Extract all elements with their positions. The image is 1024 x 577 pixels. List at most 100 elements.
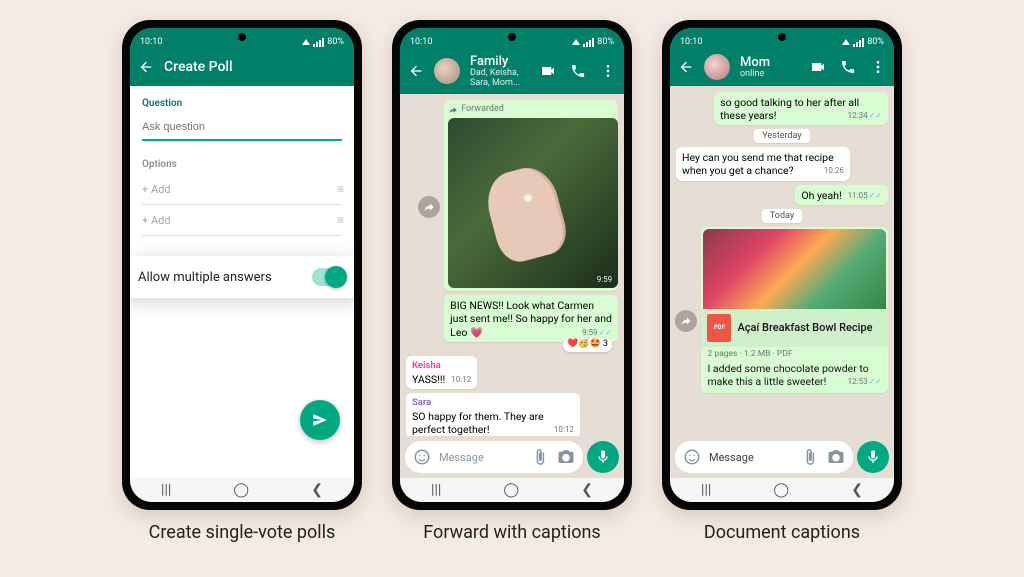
phone-frame-1: 10:10 80% Create Poll Question Options bbox=[122, 20, 362, 510]
message-time: 10:12 bbox=[451, 375, 471, 385]
nav-back-icon[interactable]: ❮ bbox=[311, 482, 323, 498]
column-2: 10:10 80% Family Dad, Keisha, Sara, Mom.… bbox=[392, 20, 632, 543]
nav-back-icon[interactable]: ❮ bbox=[851, 482, 863, 498]
phone-camera-dot bbox=[508, 33, 516, 41]
image-timestamp: 9:59 bbox=[597, 275, 612, 285]
back-arrow-icon[interactable] bbox=[678, 59, 694, 75]
document-info-row[interactable]: Açaí Breakfast Bowl Recipe bbox=[701, 309, 888, 347]
add-option-row[interactable]: + Add ≡ bbox=[142, 205, 342, 236]
showcase-row: 10:10 80% Create Poll Question Options bbox=[122, 20, 902, 543]
column-1: 10:10 80% Create Poll Question Options bbox=[122, 20, 362, 543]
poll-form: Question Options + Add ≡ + Add ≡ Allow m… bbox=[130, 86, 354, 478]
message-text: so good talking to her after all these y… bbox=[720, 96, 859, 122]
message-input[interactable]: Message bbox=[675, 441, 853, 473]
document-meta: 2 pages · 1.2 MB · PDF bbox=[703, 347, 886, 360]
mic-button[interactable] bbox=[587, 441, 619, 473]
sender-name: Sara bbox=[412, 397, 574, 409]
message-time: 9:59✓✓ bbox=[582, 328, 612, 338]
nav-back-icon[interactable]: ❮ bbox=[581, 482, 593, 498]
nav-home-icon[interactable]: ◯ bbox=[773, 482, 789, 498]
mic-button[interactable] bbox=[857, 441, 889, 473]
pdf-icon bbox=[707, 314, 731, 342]
chat-avatar[interactable] bbox=[434, 58, 460, 84]
message-input-bar: Message bbox=[670, 436, 894, 478]
app-bar: Family Dad, Keisha, Sara, Mom... bbox=[400, 48, 624, 94]
outgoing-message[interactable]: so good talking to her after all these y… bbox=[714, 92, 888, 125]
signal-bars-icon bbox=[583, 38, 594, 47]
more-menu-icon[interactable] bbox=[600, 63, 616, 79]
add-option-label: + Add bbox=[142, 183, 171, 196]
add-option-row[interactable]: + Add ≡ bbox=[142, 174, 342, 205]
document-message[interactable]: Açaí Breakfast Bowl Recipe 2 pages · 1.2… bbox=[701, 227, 888, 393]
back-arrow-icon[interactable] bbox=[408, 63, 424, 79]
video-call-icon[interactable] bbox=[810, 59, 826, 75]
chat-body[interactable]: so good talking to her after all these y… bbox=[670, 86, 894, 436]
sender-name: Keisha bbox=[412, 360, 471, 372]
reaction-pill[interactable]: ❤️🥳🤩 3 bbox=[563, 338, 612, 351]
chat-name: Family bbox=[470, 54, 530, 69]
message-input[interactable]: Message bbox=[405, 441, 583, 473]
nav-recents-icon[interactable]: ||| bbox=[431, 482, 441, 498]
voice-call-icon[interactable] bbox=[570, 63, 586, 79]
caption-2: Forward with captions bbox=[423, 522, 600, 543]
incoming-message[interactable]: Keisha YASS!!! 10:12 bbox=[406, 356, 477, 389]
date-divider: Today bbox=[762, 209, 802, 223]
mic-icon bbox=[595, 449, 611, 465]
voice-call-icon[interactable] bbox=[840, 59, 856, 75]
nav-home-icon[interactable]: ◯ bbox=[503, 482, 519, 498]
multiple-answers-card: Allow multiple answers bbox=[130, 256, 354, 298]
app-bar: Mom online bbox=[670, 48, 894, 86]
forward-button[interactable] bbox=[418, 196, 440, 218]
forward-arrow-icon bbox=[448, 105, 458, 115]
chat-title-block[interactable]: Family Dad, Keisha, Sara, Mom... bbox=[470, 54, 530, 88]
options-label: Options bbox=[142, 159, 342, 170]
message-time: 12:53✓✓ bbox=[848, 377, 882, 387]
online-status: online bbox=[740, 69, 800, 79]
document-title: Açaí Breakfast Bowl Recipe bbox=[737, 321, 872, 335]
forward-button[interactable] bbox=[675, 310, 697, 332]
message-text: YASS!!! bbox=[412, 373, 445, 386]
android-nav-bar: ||| ◯ ❮ bbox=[130, 478, 354, 502]
incoming-message[interactable]: Sara SO happy for them. They are perfect… bbox=[406, 393, 580, 436]
signal-wifi-icon bbox=[842, 39, 850, 45]
attach-icon[interactable] bbox=[531, 448, 549, 466]
camera-icon[interactable] bbox=[557, 448, 575, 466]
chat-avatar[interactable] bbox=[704, 54, 730, 80]
emoji-icon[interactable] bbox=[683, 448, 701, 466]
nav-home-icon[interactable]: ◯ bbox=[233, 482, 249, 498]
drag-handle-icon[interactable]: ≡ bbox=[337, 182, 342, 196]
message-time: 12:34✓✓ bbox=[848, 111, 882, 121]
camera-icon[interactable] bbox=[827, 448, 845, 466]
back-arrow-icon[interactable] bbox=[138, 59, 154, 75]
document-caption: I added some chocolate powder to make th… bbox=[703, 359, 886, 388]
signal-wifi-icon bbox=[572, 39, 580, 45]
outgoing-message[interactable]: Oh yeah! 11:05✓✓ bbox=[795, 185, 888, 205]
signal-bars-icon bbox=[853, 38, 864, 47]
question-input[interactable] bbox=[142, 117, 342, 141]
question-label: Question bbox=[142, 98, 342, 109]
nav-recents-icon[interactable]: ||| bbox=[161, 482, 171, 498]
chat-title-block[interactable]: Mom online bbox=[740, 55, 800, 79]
attach-icon[interactable] bbox=[801, 448, 819, 466]
emoji-icon[interactable] bbox=[413, 448, 431, 466]
image-attachment[interactable]: 9:59 bbox=[448, 118, 618, 288]
app-bar: Create Poll bbox=[130, 48, 354, 86]
send-poll-fab[interactable] bbox=[300, 400, 340, 440]
more-menu-icon[interactable] bbox=[870, 59, 886, 75]
drag-handle-icon[interactable]: ≡ bbox=[337, 213, 342, 227]
screen-2: 10:10 80% Family Dad, Keisha, Sara, Mom.… bbox=[400, 28, 624, 502]
message-text: Hey can you send me that recipe when you… bbox=[682, 151, 834, 177]
video-call-icon[interactable] bbox=[540, 63, 556, 79]
screen-3: 10:10 80% Mom online bbox=[670, 28, 894, 502]
forwarded-image-message[interactable]: Forwarded 9:59 bbox=[444, 100, 618, 291]
send-icon bbox=[311, 411, 329, 429]
input-placeholder: Message bbox=[439, 451, 523, 464]
incoming-message[interactable]: Hey can you send me that recipe when you… bbox=[676, 147, 850, 180]
chat-body[interactable]: Forwarded 9:59 BIG NEWS!! Look what Carm… bbox=[400, 94, 624, 436]
nav-recents-icon[interactable]: ||| bbox=[701, 482, 711, 498]
signal-bars-icon bbox=[313, 38, 324, 47]
outgoing-message[interactable]: BIG NEWS!! Look what Carmen just sent me… bbox=[444, 295, 618, 341]
multiple-answers-toggle[interactable] bbox=[312, 268, 346, 286]
caption-1: Create single-vote polls bbox=[149, 522, 336, 543]
phone-frame-3: 10:10 80% Mom online bbox=[662, 20, 902, 510]
